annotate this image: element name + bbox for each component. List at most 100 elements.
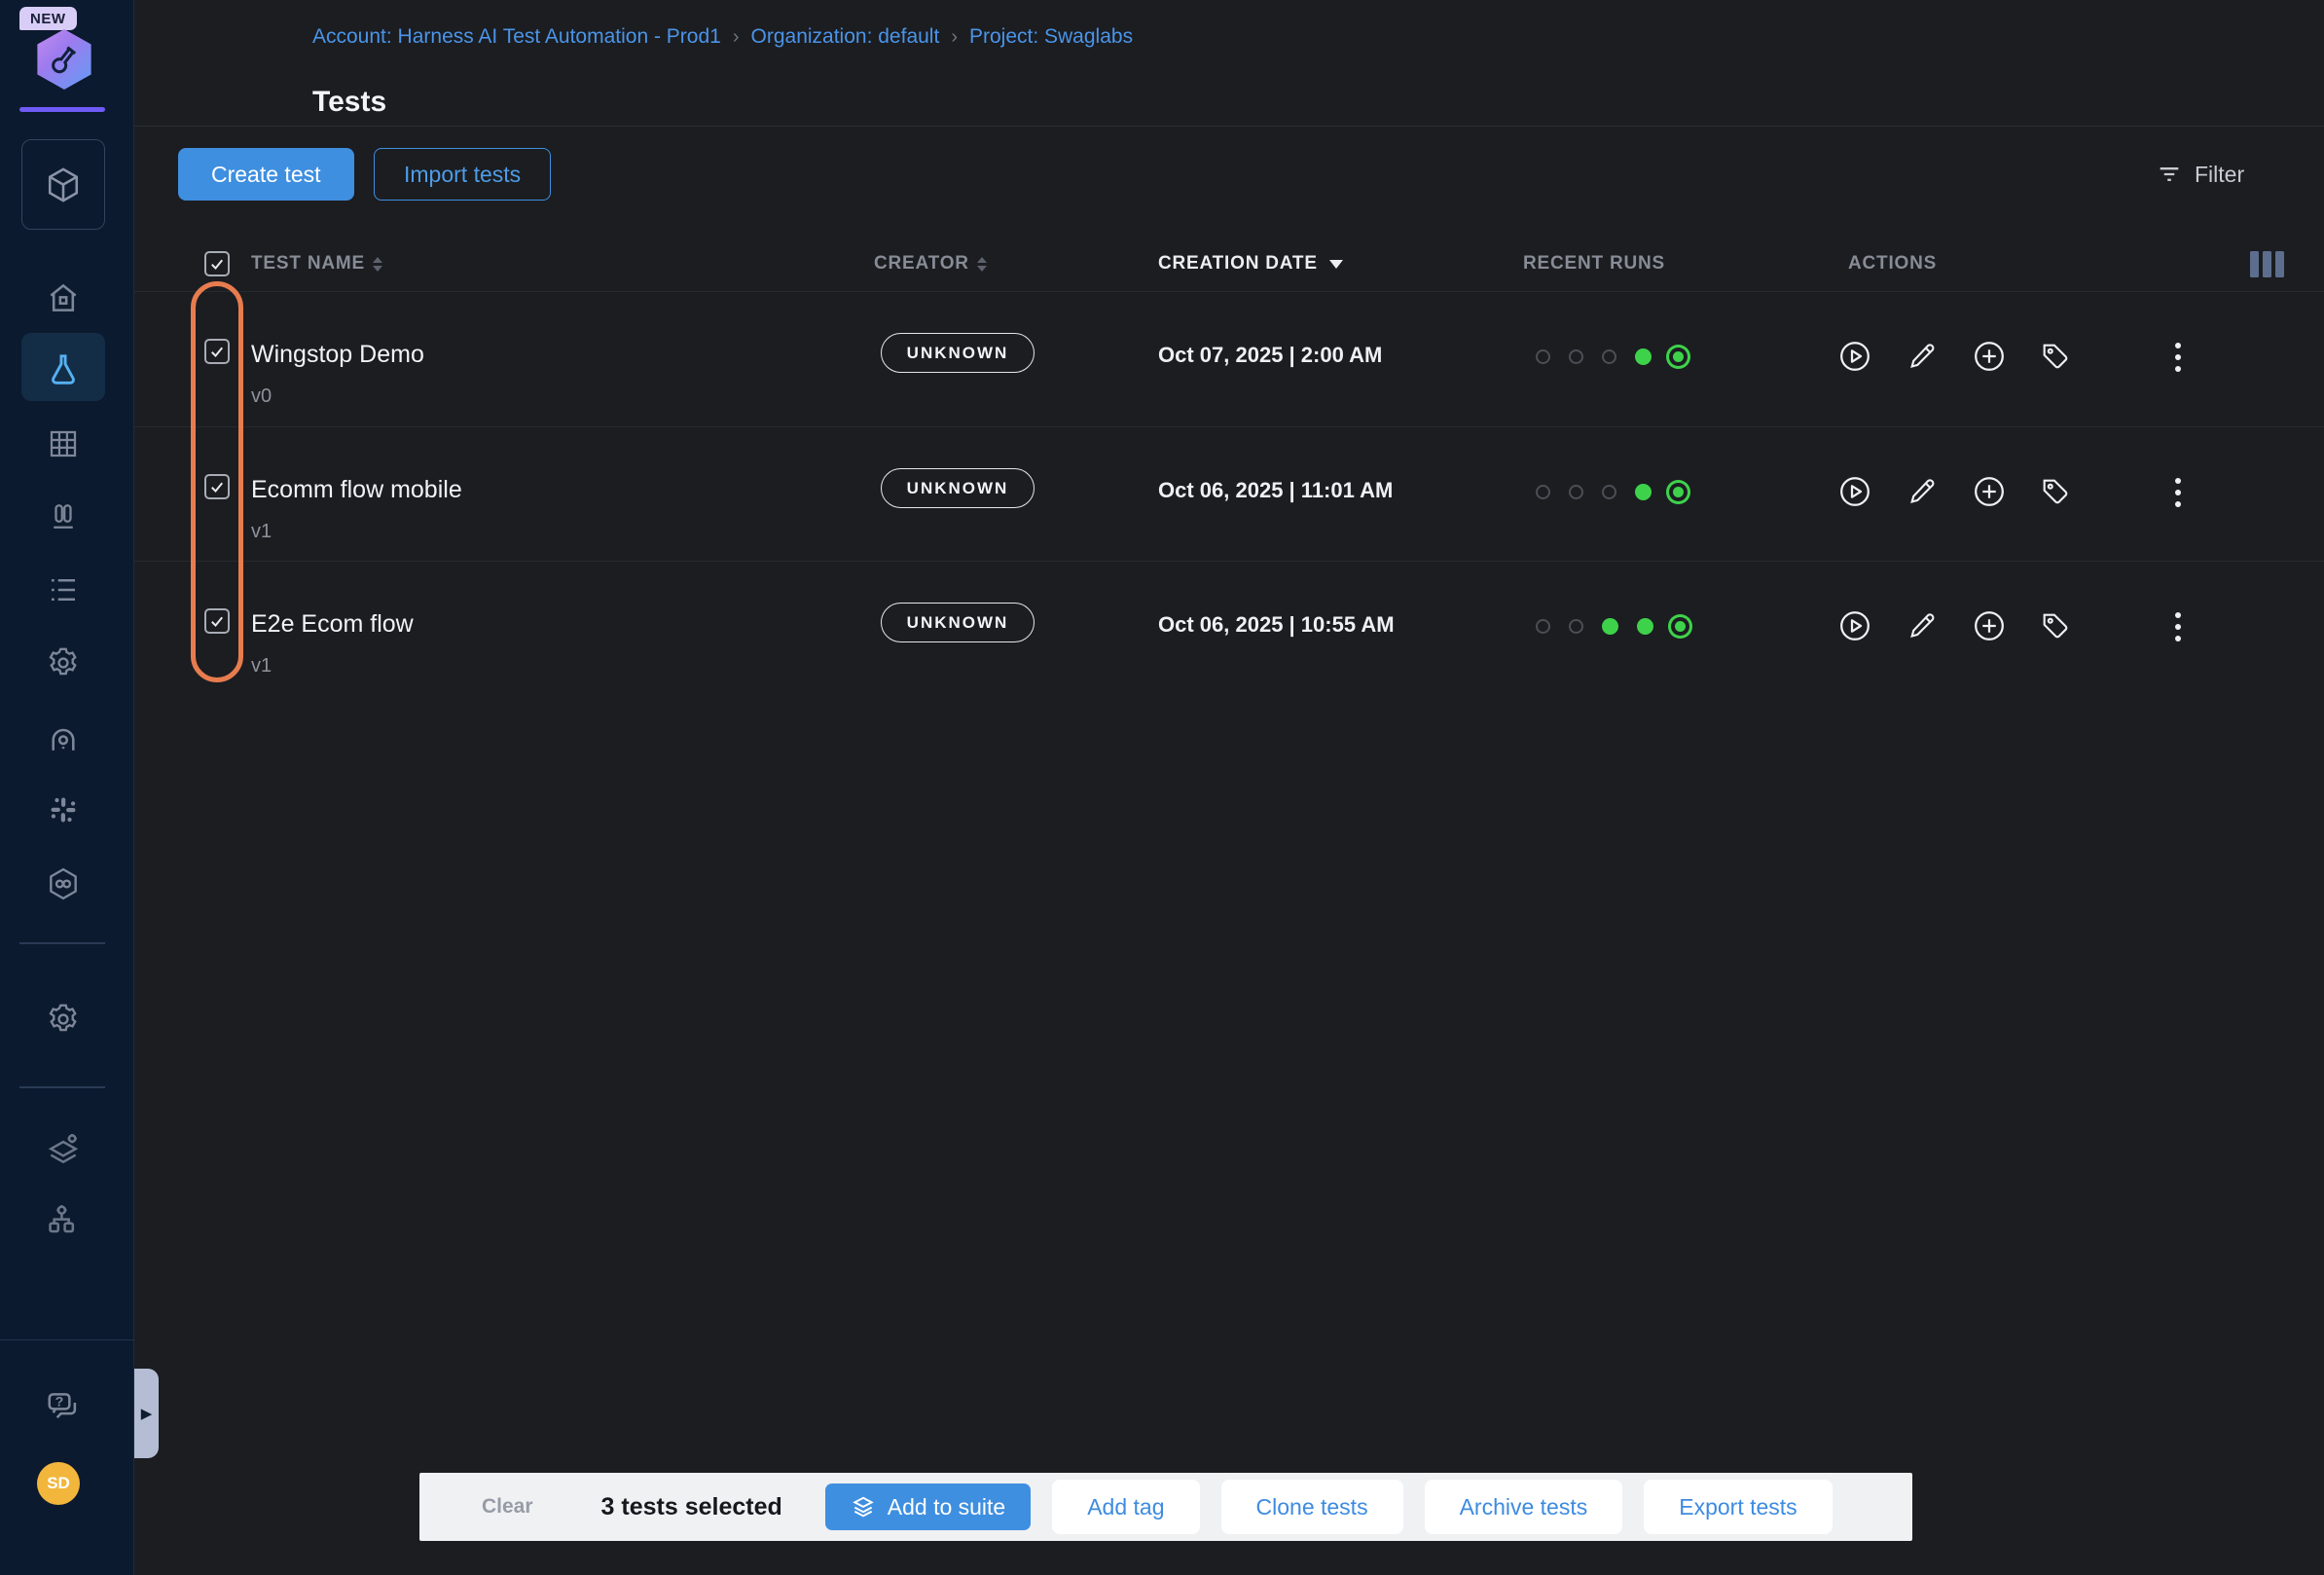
test-version: v1	[251, 655, 272, 678]
run-test-button[interactable]	[1835, 337, 1874, 376]
run-status-dot-pass-ring	[1673, 487, 1684, 497]
add-to-suite-icon-button[interactable]	[1970, 472, 2009, 511]
filter-label: Filter	[2195, 162, 2244, 188]
breadcrumb: Account: Harness AI Test Automation - Pr…	[312, 25, 1133, 49]
sidebar-divider	[19, 1086, 105, 1088]
column-header-creator[interactable]: CREATOR	[874, 253, 987, 275]
user-avatar[interactable]: SD	[37, 1462, 80, 1505]
sidebar-divider	[19, 942, 105, 944]
breadcrumb-organization[interactable]: Organization: default	[751, 25, 940, 49]
row-menu-button[interactable]	[2161, 607, 2196, 646]
grid-icon	[46, 426, 81, 461]
sidebar-expand-tab[interactable]: ▶	[134, 1369, 159, 1458]
tag-button[interactable]	[2036, 606, 2075, 645]
tag-button[interactable]	[2036, 337, 2075, 376]
row-menu-button[interactable]	[2161, 338, 2196, 377]
run-status-dot-none	[1602, 349, 1616, 364]
sidebar-item-home[interactable]	[41, 275, 86, 320]
module-selector[interactable]	[21, 139, 105, 230]
sidebar-item-project-settings[interactable]	[41, 997, 86, 1042]
test-name-link[interactable]: Wingstop Demo	[251, 341, 424, 369]
row-checkbox[interactable]	[204, 339, 230, 364]
help-button[interactable]: ?	[41, 1384, 86, 1429]
test-tube-icon	[46, 41, 83, 78]
gear-icon	[45, 1001, 82, 1038]
sidebar-item-org-structure[interactable]	[41, 1196, 86, 1241]
clear-selection-button[interactable]: Clear	[476, 1494, 539, 1520]
run-status-dot-pass	[1602, 618, 1618, 635]
page-title: Tests	[312, 86, 386, 119]
import-tests-button[interactable]: Import tests	[374, 148, 551, 201]
edit-test-button[interactable]	[1904, 472, 1943, 511]
run-status-dot-pass-ring	[1675, 621, 1686, 632]
column-header-test-name[interactable]: TEST NAME	[251, 253, 382, 275]
run-status-dot-none	[1536, 349, 1550, 364]
run-status-dot-none	[1536, 485, 1550, 499]
home-icon	[45, 279, 82, 316]
recent-runs-indicator	[1536, 481, 1687, 503]
edit-test-button[interactable]	[1904, 606, 1943, 645]
add-to-suite-button[interactable]: Add to suite	[825, 1483, 1031, 1530]
column-settings-icon[interactable]	[2250, 251, 2284, 277]
row-checkbox[interactable]	[204, 608, 230, 634]
creator-badge: UNKNOWN	[881, 468, 1035, 508]
selection-bar: Clear 3 tests selected Add to suite Add …	[419, 1473, 1912, 1541]
recent-runs-indicator	[1536, 346, 1687, 368]
run-status-dot-pass-ring	[1673, 351, 1684, 362]
sidebar-item-capsules[interactable]	[41, 495, 86, 540]
sidebar-item-integrations[interactable]	[41, 788, 86, 832]
harness-test-automation-logo[interactable]	[35, 29, 93, 90]
breadcrumb-project[interactable]: Project: Swaglabs	[969, 25, 1133, 49]
run-test-button[interactable]	[1835, 472, 1874, 511]
edit-test-button[interactable]	[1904, 337, 1943, 376]
sidebar: NEW	[0, 0, 134, 1575]
breadcrumb-account[interactable]: Account: Harness AI Test Automation - Pr…	[312, 25, 721, 49]
app-window: NEW	[0, 0, 2324, 1575]
test-name-link[interactable]: Ecomm flow mobile	[251, 476, 462, 504]
sidebar-item-checklist[interactable]	[41, 568, 86, 612]
sidebar-item-settings[interactable]	[41, 641, 86, 685]
add-tag-button[interactable]: Add tag	[1052, 1480, 1199, 1534]
sidebar-item-layers-settings[interactable]	[41, 1127, 86, 1172]
test-version: v0	[251, 385, 272, 408]
agent-icon	[45, 720, 82, 757]
tag-button[interactable]	[2036, 472, 2075, 511]
gear-icon	[45, 644, 82, 681]
row-checkbox[interactable]	[204, 474, 230, 499]
filter-button[interactable]: Filter	[2156, 156, 2244, 193]
logo-underline	[19, 107, 105, 112]
test-name-link[interactable]: E2e Ecom flow	[251, 610, 414, 639]
sort-icon	[977, 257, 987, 272]
filter-icon	[2156, 161, 2183, 188]
creator-badge: UNKNOWN	[881, 333, 1035, 373]
sidebar-item-tests[interactable]	[41, 348, 86, 392]
creator-badge: UNKNOWN	[881, 603, 1035, 642]
clone-tests-button[interactable]: Clone tests	[1221, 1480, 1403, 1534]
sidebar-item-pipelines[interactable]	[41, 861, 86, 906]
column-header-actions: ACTIONS	[1848, 253, 1937, 275]
run-test-button[interactable]	[1835, 606, 1874, 645]
checklist-icon	[46, 572, 81, 607]
sidebar-item-grid[interactable]	[41, 421, 86, 466]
test-version: v1	[251, 521, 272, 543]
select-all-checkbox[interactable]	[204, 251, 230, 276]
breadcrumb-separator: ›	[951, 26, 958, 49]
svg-text:?: ?	[55, 1394, 64, 1410]
selected-count: 3 tests selected	[601, 1493, 782, 1521]
creation-date: Oct 07, 2025 | 2:00 AM	[1158, 343, 1382, 368]
add-to-suite-icon-button[interactable]	[1970, 337, 2009, 376]
column-header-creation-date[interactable]: CREATION DATE	[1158, 253, 1343, 275]
row-menu-button[interactable]	[2161, 473, 2196, 512]
run-status-dot-none	[1569, 349, 1583, 364]
run-status-dot-none	[1602, 485, 1616, 499]
sidebar-item-agents[interactable]	[41, 716, 86, 761]
create-test-button[interactable]: Create test	[178, 148, 354, 201]
chat-help-icon: ?	[45, 1388, 82, 1425]
cube-icon	[42, 164, 85, 206]
capsules-icon	[46, 500, 81, 535]
export-tests-button[interactable]: Export tests	[1644, 1480, 1832, 1534]
add-to-suite-icon-button[interactable]	[1970, 606, 2009, 645]
creation-date: Oct 06, 2025 | 10:55 AM	[1158, 612, 1395, 638]
archive-tests-button[interactable]: Archive tests	[1425, 1480, 1623, 1534]
table-row: Wingstop Demo v0 UNKNOWN Oct 07, 2025 | …	[134, 292, 2324, 426]
